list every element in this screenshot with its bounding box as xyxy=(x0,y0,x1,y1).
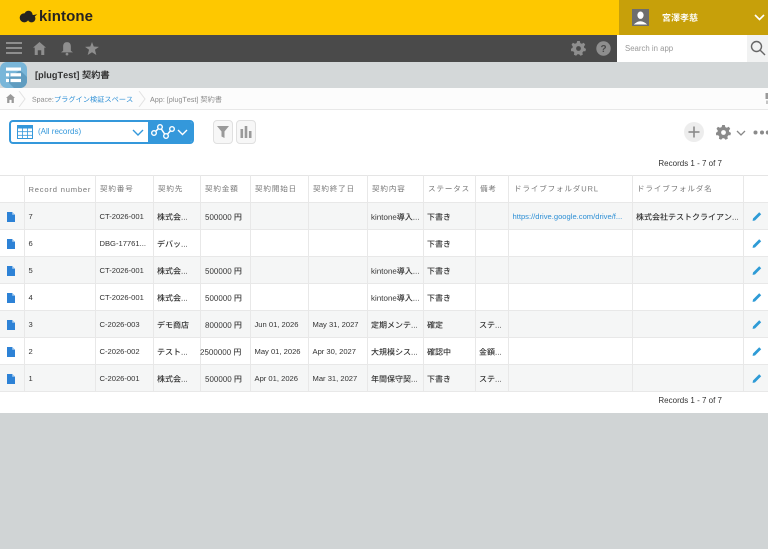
svg-text:?: ? xyxy=(600,44,606,55)
